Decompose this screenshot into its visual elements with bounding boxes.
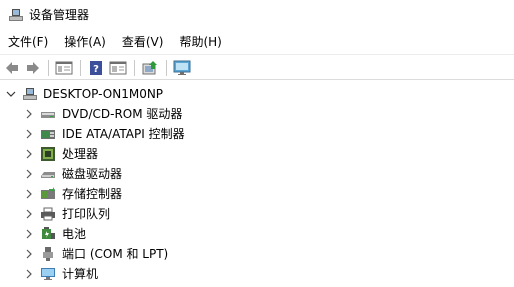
tree-item-label: 打印队列	[62, 207, 111, 221]
computer-icon	[40, 266, 56, 282]
chevron-right-icon[interactable]	[24, 129, 34, 139]
storage-controller-icon	[40, 186, 56, 202]
tree-item-label: 存储控制器	[62, 187, 123, 201]
tree-item[interactable]: DVD/CD-ROM 驱动器	[0, 104, 514, 124]
tree-item-label: 计算机	[62, 267, 99, 281]
chevron-down-icon[interactable]	[6, 89, 16, 99]
toolbar-separator	[166, 60, 167, 76]
dvd-drive-icon	[40, 106, 56, 122]
chevron-right-icon[interactable]	[24, 229, 34, 239]
window-title: 设备管理器	[29, 8, 90, 22]
port-icon	[40, 246, 56, 262]
chevron-right-icon[interactable]	[24, 249, 34, 259]
disk-drive-icon	[40, 166, 56, 182]
printer-icon	[40, 206, 56, 222]
tree-item[interactable]: 计算机	[0, 264, 514, 284]
scan-hardware-icon[interactable]	[173, 59, 191, 77]
tree-item-label: 磁盘驱动器	[62, 167, 123, 181]
tree-item-label: 端口 (COM 和 LPT)	[62, 247, 169, 261]
title-bar: 设备管理器	[0, 0, 514, 30]
tree-item[interactable]: 存储控制器	[0, 184, 514, 204]
tree-item[interactable]: 端口 (COM 和 LPT)	[0, 244, 514, 264]
computer-node-icon	[22, 86, 38, 102]
ide-controller-icon	[40, 126, 56, 142]
show-hide-console-tree-icon[interactable]	[55, 59, 73, 77]
battery-icon	[40, 226, 56, 242]
toolbar-separator	[48, 60, 49, 76]
menu-action[interactable]: 操作(A)	[56, 32, 114, 52]
chevron-right-icon[interactable]	[24, 109, 34, 119]
toolbar-separator	[80, 60, 81, 76]
chevron-right-icon[interactable]	[24, 169, 34, 179]
tree-item-label: DVD/CD-ROM 驱动器	[62, 107, 183, 121]
tree-item-label: IDE ATA/ATAPI 控制器	[62, 127, 185, 141]
chevron-right-icon[interactable]	[24, 189, 34, 199]
chevron-right-icon[interactable]	[24, 149, 34, 159]
svg-text:?: ?	[93, 64, 99, 75]
tree-item[interactable]: IDE ATA/ATAPI 控制器	[0, 124, 514, 144]
menu-view[interactable]: 查看(V)	[114, 32, 172, 52]
menu-file[interactable]: 文件(F)	[0, 32, 56, 52]
update-driver-icon[interactable]	[141, 59, 159, 77]
tree-item-label: 处理器	[62, 147, 99, 161]
forward-arrow-icon[interactable]	[24, 59, 42, 77]
tree-root-label: DESKTOP-ON1M0NP	[43, 87, 164, 101]
help-icon[interactable]: ?	[87, 59, 105, 77]
toolbar-separator	[134, 60, 135, 76]
back-arrow-icon[interactable]	[3, 59, 21, 77]
toolbar: ?	[0, 54, 514, 80]
processor-icon	[40, 146, 56, 162]
tree-item-label: 电池	[62, 227, 87, 241]
menu-help[interactable]: 帮助(H)	[171, 32, 229, 52]
chevron-right-icon[interactable]	[24, 269, 34, 279]
chevron-right-icon[interactable]	[24, 209, 34, 219]
properties-icon[interactable]	[109, 59, 127, 77]
tree-item[interactable]: 处理器	[0, 144, 514, 164]
tree-item[interactable]: 电池	[0, 224, 514, 244]
tree-item[interactable]: 打印队列	[0, 204, 514, 224]
tree-item[interactable]: 磁盘驱动器	[0, 164, 514, 184]
menu-bar: 文件(F) 操作(A) 查看(V) 帮助(H)	[0, 31, 514, 53]
tree-root[interactable]: DESKTOP-ON1M0NP	[0, 84, 514, 104]
device-manager-icon	[8, 7, 24, 23]
